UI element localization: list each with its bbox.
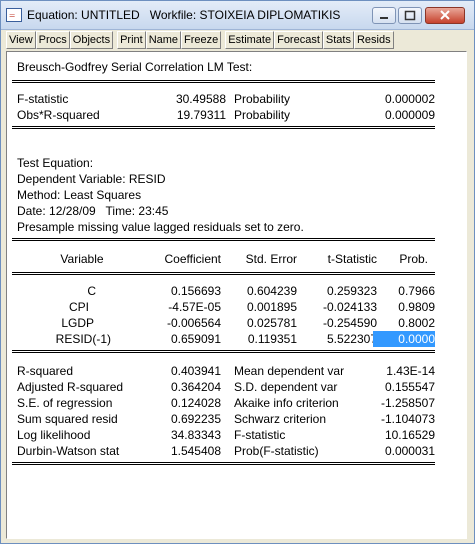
- info-line: Test Equation:: [17, 156, 94, 170]
- test-row-value: 30.49588: [175, 92, 226, 106]
- stat-value: -1.104073: [380, 412, 435, 426]
- stat-label: Schwarz criterion: [234, 412, 327, 426]
- stat-label: F-statistic: [234, 428, 286, 442]
- stat-value: 0.692235: [170, 412, 221, 426]
- coef-t-statistic: -0.254590: [322, 316, 377, 330]
- forecast-button[interactable]: Forecast: [274, 31, 323, 49]
- divider: [12, 80, 435, 83]
- stat-label: Mean dependent var: [234, 364, 345, 378]
- coef-variable: RESID(-1): [55, 332, 111, 346]
- stat-value: 34.83343: [170, 428, 221, 442]
- view-button[interactable]: View: [6, 31, 36, 49]
- coef-prob: 0.7966: [398, 284, 435, 298]
- maximize-button[interactable]: [398, 7, 422, 24]
- coef-t-statistic: 0.259323: [326, 284, 377, 298]
- stat-value: 0.364204: [170, 380, 221, 394]
- window-title: Equation: UNTITLED Workfile: STOIXEIA DI…: [27, 8, 341, 22]
- stat-value: 0.155547: [384, 380, 435, 394]
- stat-label: Sum squared resid: [17, 412, 118, 426]
- stat-label: Adjusted R-squared: [17, 380, 124, 394]
- stat-label: S.E. of regression: [17, 396, 113, 410]
- estimate-button[interactable]: Estimate: [225, 31, 275, 49]
- coef-prob: 0.8002: [398, 316, 435, 330]
- equation-icon: =: [6, 8, 22, 22]
- stat-label: R-squared: [17, 364, 74, 378]
- title-bar[interactable]: = Equation: UNTITLED Workfile: STOIXEIA …: [1, 1, 474, 30]
- coef-std-error: 0.119351: [247, 332, 297, 346]
- test-row-label: F-statistic: [17, 92, 69, 106]
- stat-value: 1.545408: [170, 444, 221, 458]
- coef-std-error: 0.001895: [246, 300, 297, 314]
- test-row-prob-label: Probability: [234, 92, 291, 106]
- stat-label: Akaike info criterion: [234, 396, 339, 410]
- col-header-std-error: Std. Error: [245, 252, 297, 266]
- info-line: Dependent Variable: RESID: [17, 172, 166, 186]
- divider: [12, 350, 435, 353]
- stat-value: 0.000031: [384, 444, 435, 458]
- coef-std-error: 0.025781: [246, 316, 297, 330]
- name-button[interactable]: Name: [145, 31, 182, 49]
- divider: [12, 126, 435, 129]
- info-line: Method: Least Squares: [17, 188, 142, 202]
- divider: [12, 462, 435, 465]
- objects-button[interactable]: Objects: [69, 31, 114, 49]
- stat-label: Durbin-Watson stat: [17, 444, 120, 458]
- divider: [12, 238, 435, 241]
- selected-cell[interactable]: 0.0000: [373, 331, 435, 347]
- close-icon: [440, 10, 450, 20]
- stat-value: -1.258507: [380, 396, 435, 410]
- stat-value: 1.43E-14: [386, 364, 435, 378]
- coef-std-error: 0.604239: [246, 284, 297, 298]
- test-row-prob-value: 0.000009: [384, 108, 435, 122]
- minimize-button[interactable]: [372, 7, 396, 24]
- print-button[interactable]: Print: [117, 31, 146, 49]
- coef-t-statistic: -0.024133: [322, 300, 377, 314]
- coef-t-statistic: 5.522307: [326, 332, 377, 346]
- stats-button[interactable]: Stats: [322, 31, 354, 49]
- stat-value: 0.403941: [170, 364, 221, 378]
- stat-label: Log likelihood: [17, 428, 91, 442]
- stat-label: S.D. dependent var: [234, 380, 338, 394]
- stat-value: 10.16529: [384, 428, 435, 442]
- test-row-value: 19.79311: [176, 108, 226, 122]
- coef-prob: 0.9809: [398, 300, 435, 314]
- test-row-label: Obs*R-squared: [17, 108, 100, 122]
- divider: [12, 272, 435, 275]
- test-row-prob-value: 0.000002: [384, 92, 435, 106]
- close-button[interactable]: [425, 7, 465, 24]
- coef-variable: LGDP: [61, 316, 94, 330]
- info-line: Presample missing value lagged residuals…: [17, 220, 304, 234]
- toolbar: View Procs Objects Print Name Freeze Estimate F…: [6, 31, 394, 49]
- maximize-icon: [404, 10, 416, 21]
- col-header-variable: Variable: [60, 252, 104, 266]
- freeze-button[interactable]: Freeze: [181, 31, 222, 49]
- info-line: Date: 12/28/09 Time: 23:45: [17, 204, 169, 218]
- test-title: Breusch-Godfrey Serial Correlation LM Te…: [17, 60, 253, 74]
- col-header-prob: Prob.: [399, 252, 428, 266]
- resids-button[interactable]: Resids: [353, 31, 394, 49]
- svg-text:=: =: [9, 10, 15, 22]
- stat-label: Prob(F-statistic): [234, 444, 319, 458]
- procs-button[interactable]: Procs: [35, 31, 70, 49]
- stat-value: 0.124028: [170, 396, 221, 410]
- test-row-prob-label: Probability: [234, 108, 291, 122]
- minimize-icon: [380, 17, 388, 19]
- coef-variable: C: [87, 284, 96, 298]
- equation-window: = Equation: UNTITLED Workfile: STOIXEIA …: [0, 0, 475, 544]
- coef-variable: CPI: [68, 300, 89, 314]
- output-pane[interactable]: Breusch-Godfrey Serial Correlation LM Te…: [6, 51, 467, 539]
- col-header-t-statistic: t-Statistic: [327, 252, 377, 266]
